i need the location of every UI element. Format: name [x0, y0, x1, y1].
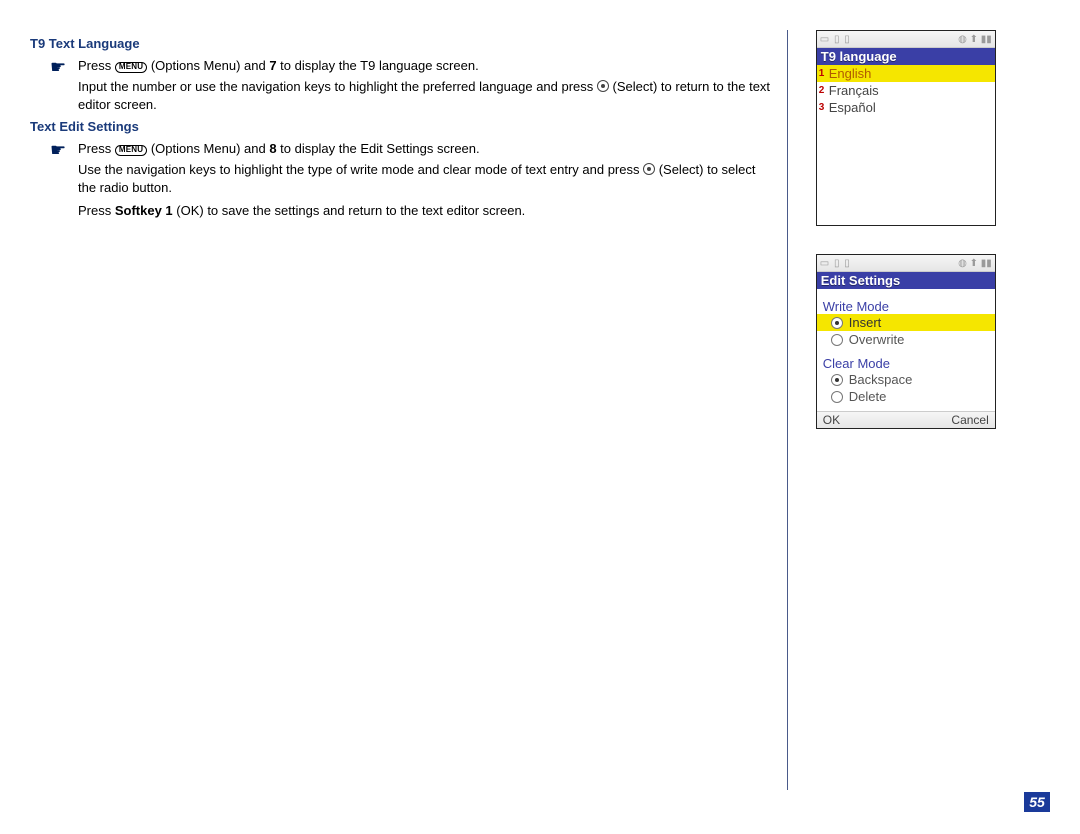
phone-screenshot-t9-language: ▭ ▯ ▯ ◍ ⬆ ▮▮ T9 language 1 English 2 Fra…	[816, 30, 996, 226]
instruction-substep: Press Softkey 1 (OK) to save the setting…	[78, 202, 772, 220]
list-index: 2	[819, 85, 829, 96]
screenshot-column: ▭ ▯ ▯ ◍ ⬆ ▮▮ T9 language 1 English 2 Fra…	[788, 30, 1050, 790]
list-item: 2 Français	[817, 82, 995, 99]
radio-option: Overwrite	[817, 331, 995, 348]
status-left-icons: ▭ ▯ ▯	[820, 258, 851, 269]
radio-label: Overwrite	[849, 332, 905, 347]
group-label-write-mode: Write Mode	[817, 291, 995, 314]
radio-option: Insert	[817, 314, 995, 331]
phone-screen-title: T9 language	[817, 48, 995, 65]
step-text: Press MENU (Options Menu) and 8 to displ…	[78, 140, 772, 158]
instruction-substep: Use the navigation keys to highlight the…	[78, 161, 772, 196]
instruction-step: ☛ Press MENU (Options Menu) and 8 to dis…	[50, 140, 772, 159]
status-right-icons: ◍ ⬆ ▮▮	[958, 258, 992, 269]
radio-label: Insert	[849, 315, 882, 330]
list-label: Français	[829, 83, 879, 98]
phone-body: Write Mode Insert Overwrite Clear Mode B…	[817, 289, 995, 411]
step-text: Press MENU (Options Menu) and 7 to displ…	[78, 57, 772, 75]
radio-option: Backspace	[817, 371, 995, 388]
phone-list: 1 English 2 Français 3 Español	[817, 65, 995, 225]
radio-option: Delete	[817, 388, 995, 405]
list-item: 3 Español	[817, 99, 995, 116]
instruction-step: ☛ Press MENU (Options Menu) and 7 to dis…	[50, 57, 772, 76]
radio-icon	[831, 374, 843, 386]
manual-page: T9 Text Language ☛ Press MENU (Options M…	[0, 0, 1080, 820]
pointer-icon: ☛	[50, 140, 78, 159]
status-right-icons: ◍ ⬆ ▮▮	[958, 34, 992, 45]
page-number: 55	[1024, 792, 1050, 812]
select-button-icon	[643, 163, 655, 175]
list-index: 3	[819, 102, 829, 113]
instruction-substep: Input the number or use the navigation k…	[78, 78, 772, 113]
list-label: Español	[829, 100, 876, 115]
radio-icon	[831, 317, 843, 329]
heading-text-edit-settings: Text Edit Settings	[30, 119, 772, 134]
radio-icon	[831, 391, 843, 403]
softkey-left: OK	[823, 413, 840, 427]
list-item: 1 English	[817, 65, 995, 82]
radio-label: Delete	[849, 389, 887, 404]
phone-softkey-bar: OK Cancel	[817, 411, 995, 428]
list-index: 1	[819, 68, 829, 79]
select-button-icon	[597, 80, 609, 92]
phone-status-bar: ▭ ▯ ▯ ◍ ⬆ ▮▮	[817, 255, 995, 272]
heading-t9-language: T9 Text Language	[30, 36, 772, 51]
text-column: T9 Text Language ☛ Press MENU (Options M…	[30, 30, 788, 790]
softkey-right: Cancel	[951, 413, 988, 427]
menu-button-icon: MENU	[115, 145, 147, 156]
radio-label: Backspace	[849, 372, 913, 387]
menu-button-icon: MENU	[115, 62, 147, 73]
radio-icon	[831, 334, 843, 346]
phone-status-bar: ▭ ▯ ▯ ◍ ⬆ ▮▮	[817, 31, 995, 48]
phone-screen-title: Edit Settings	[817, 272, 995, 289]
pointer-icon: ☛	[50, 57, 78, 76]
phone-screenshot-edit-settings: ▭ ▯ ▯ ◍ ⬆ ▮▮ Edit Settings Write Mode In…	[816, 254, 996, 429]
status-left-icons: ▭ ▯ ▯	[820, 34, 851, 45]
group-label-clear-mode: Clear Mode	[817, 348, 995, 371]
list-label: English	[829, 66, 872, 81]
